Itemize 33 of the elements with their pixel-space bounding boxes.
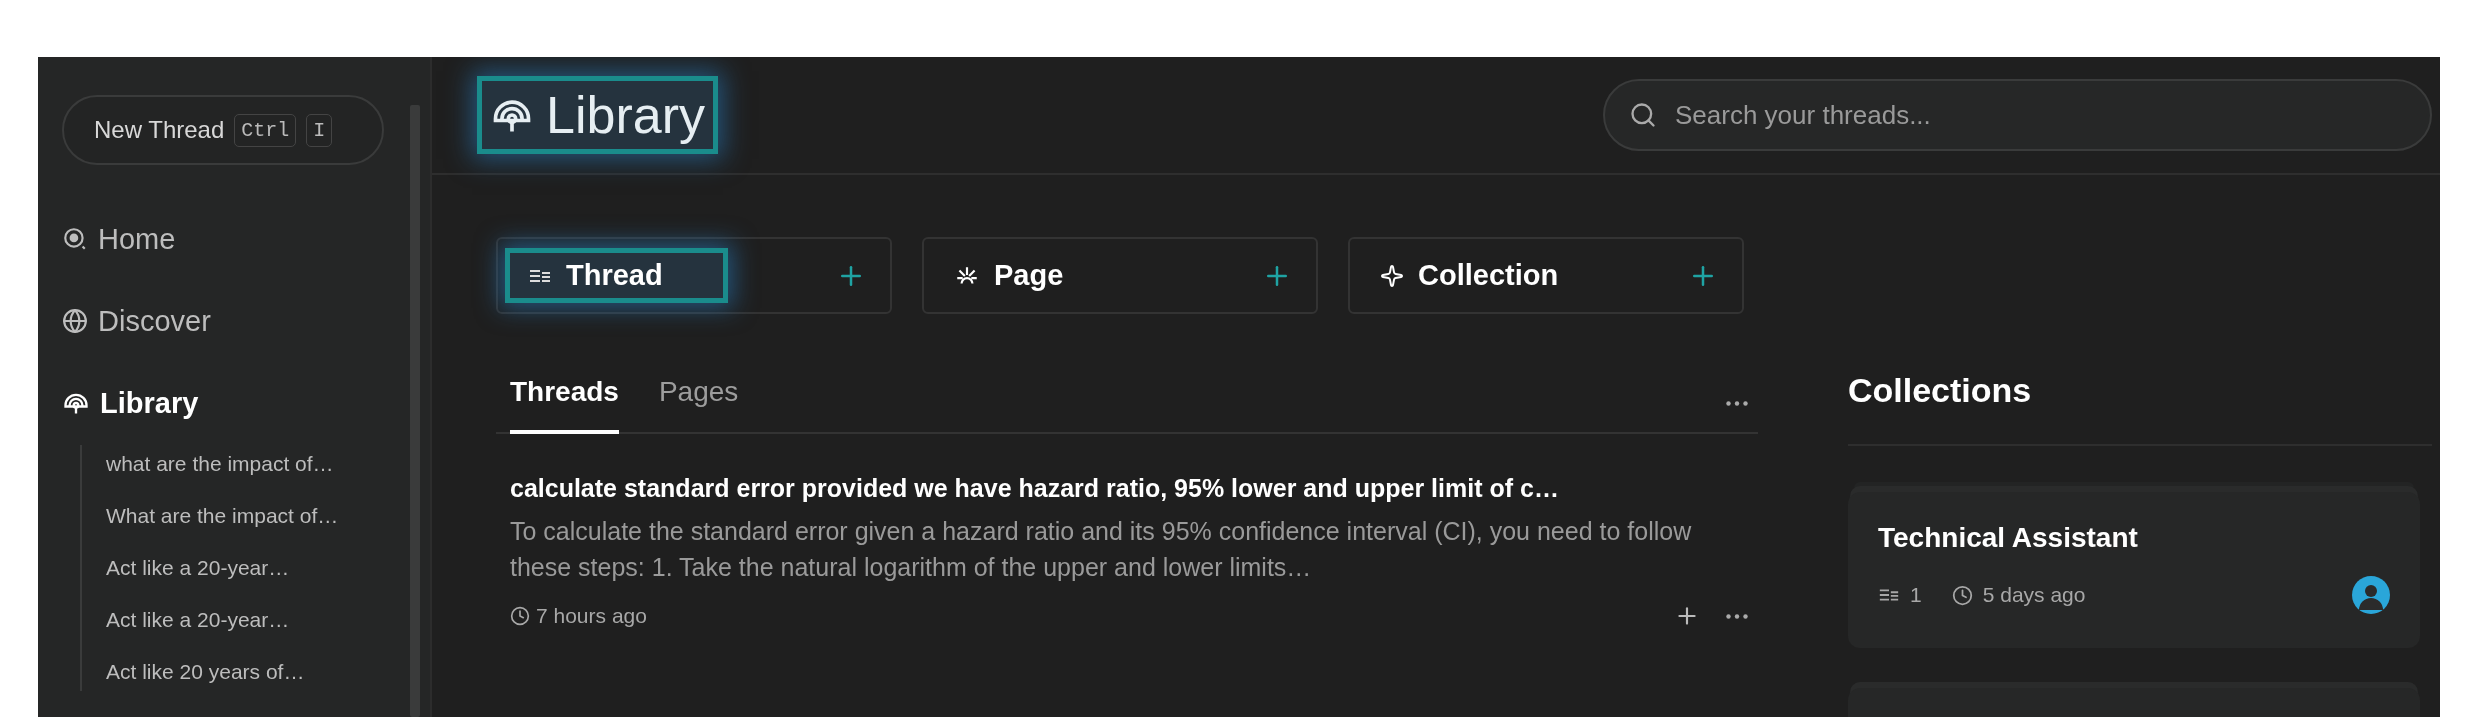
library-thread-link[interactable]: what are the impact of… [106, 445, 410, 483]
clock-icon [510, 606, 530, 626]
library-thread-link[interactable]: Act like a 20-year… [106, 549, 410, 587]
clock-icon [1951, 584, 1973, 606]
avatar [2352, 576, 2390, 614]
globe-icon [62, 308, 88, 334]
tab[interactable]: Threads [510, 376, 619, 434]
create-button[interactable]: Thread [496, 237, 892, 314]
thread-title[interactable]: calculate standard error provided we have hazard ratio, 95% lower and upper limit of c… [510, 474, 1758, 503]
nav-item[interactable]: Home [62, 213, 410, 265]
new-thread-button[interactable]: New Thread Ctrl I [62, 95, 384, 165]
nav-item[interactable]: Library [62, 377, 410, 429]
home-icon [62, 226, 88, 252]
thread-count: 1 [1910, 583, 1922, 607]
create-button[interactable]: Collection [1348, 237, 1744, 314]
collection-title: Technical Assistant [1878, 522, 2139, 554]
library-thread-link[interactable]: What are the impact of… [106, 497, 410, 535]
search-icon [1629, 101, 1657, 129]
library-thread-link[interactable]: Act like 20 years of… [106, 653, 410, 691]
more-icon [1726, 401, 1748, 406]
shortcut-key: Ctrl [234, 113, 297, 147]
search-field[interactable]: Search your threads... [1603, 79, 2432, 151]
thread-snippet: To calculate the standard error given a hazard ratio and its 95% confidence interval (CI), you need to follow these steps: 1. Take the natural logarithm of the upper and lower limits… [510, 516, 1693, 583]
nav-item[interactable]: Discover [62, 295, 410, 347]
create-button[interactable]: Page [922, 237, 1318, 314]
shortcut-key: I [306, 113, 333, 147]
sparkle-icon [1380, 263, 1404, 288]
collection-time: 5 days ago [1982, 583, 2086, 607]
more-icon [1726, 613, 1748, 619]
section-heading: Collections [1848, 371, 2432, 446]
thread-time: 7 hours ago [536, 604, 647, 628]
tab[interactable]: Pages [658, 376, 739, 434]
library-thread-link[interactable]: Act like a 20-year… [106, 601, 410, 639]
